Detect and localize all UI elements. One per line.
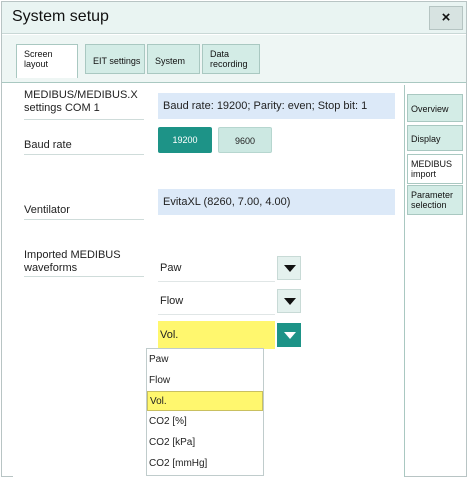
waveform-select-3[interactable]: Vol. bbox=[158, 321, 275, 349]
ventilator-value: EvitaXL (8260, 7.00, 4.00) bbox=[158, 189, 395, 215]
side-tab-display-label: Display bbox=[411, 134, 441, 144]
side-tab-parameter-line1: Parameter bbox=[411, 190, 454, 200]
tab-divider bbox=[2, 82, 466, 83]
ventilator-label: Ventilator bbox=[24, 204, 70, 216]
tab-screen-layout-line1: Screen bbox=[24, 49, 53, 59]
baud-9600-button[interactable]: 9600 bbox=[218, 127, 272, 153]
dropdown-option-flow[interactable]: Flow bbox=[147, 371, 263, 391]
tab-data-recording[interactable]: Data recording bbox=[202, 44, 260, 74]
system-setup-window: System setup × Screen layout EIT setting… bbox=[1, 1, 467, 477]
side-tab-display[interactable]: Display bbox=[407, 125, 463, 151]
divider bbox=[24, 154, 144, 155]
close-button[interactable]: × bbox=[429, 6, 463, 30]
dropdown-option-paw[interactable]: Paw bbox=[147, 350, 263, 370]
dropdown-option-co2-mmhg[interactable]: CO2 [mmHg] bbox=[147, 454, 263, 474]
tab-screen-layout[interactable]: Screen layout bbox=[16, 44, 78, 78]
tab-system-label: System bbox=[155, 56, 186, 66]
waveform-3-dropdown-button[interactable] bbox=[277, 323, 301, 347]
side-tab-medibus-line2: import bbox=[411, 169, 437, 179]
side-tab-medibus-line1: MEDIBUS bbox=[411, 159, 453, 169]
side-tab-overview[interactable]: Overview bbox=[407, 94, 463, 122]
divider bbox=[24, 219, 144, 220]
window-title: System setup bbox=[12, 8, 109, 25]
tab-data-recording-line2: recording bbox=[210, 59, 248, 69]
chevron-down-icon bbox=[284, 298, 296, 305]
tab-eit-settings-label: EIT settings bbox=[93, 56, 141, 66]
waveforms-label-line1: Imported MEDIBUS bbox=[24, 249, 121, 261]
divider bbox=[24, 276, 144, 277]
chevron-down-icon bbox=[284, 332, 296, 339]
com-settings-label-line1: MEDIBUS/MEDIBUS.X bbox=[24, 89, 138, 101]
side-tab-medibus-import[interactable]: MEDIBUS import bbox=[407, 154, 463, 184]
baud-19200-button[interactable]: 19200 bbox=[158, 127, 212, 153]
waveforms-label-line2: waveforms bbox=[24, 262, 78, 274]
waveform-dropdown-list: Paw Flow Vol. CO2 [%] CO2 [kPa] CO2 [mmH… bbox=[146, 348, 264, 476]
tab-data-recording-line1: Data bbox=[210, 49, 230, 59]
com-settings-label: MEDIBUS/MEDIBUS.X settings COM 1 bbox=[24, 89, 138, 115]
com-settings-value: Baud rate: 19200; Parity: even; Stop bit… bbox=[158, 93, 395, 119]
waveform-1-dropdown-button[interactable] bbox=[277, 256, 301, 280]
com-settings-label-line2: settings COM 1 bbox=[24, 102, 100, 114]
tab-system[interactable]: System bbox=[147, 44, 200, 74]
side-tab-parameter-selection[interactable]: Parameter selection bbox=[407, 185, 463, 215]
waveforms-label: Imported MEDIBUS waveforms bbox=[24, 249, 121, 275]
tab-eit-settings[interactable]: EIT settings bbox=[85, 44, 145, 74]
dropdown-option-vol[interactable]: Vol. bbox=[147, 391, 263, 411]
waveform-select-2[interactable]: Flow bbox=[158, 287, 275, 315]
close-icon: × bbox=[441, 9, 451, 26]
side-tab-overview-label: Overview bbox=[411, 104, 449, 114]
tab-screen-layout-line2: layout bbox=[24, 59, 49, 69]
baud-rate-label: Baud rate bbox=[24, 139, 72, 151]
dropdown-option-co2-percent[interactable]: CO2 [%] bbox=[147, 412, 263, 432]
top-tab-bar: Screen layout EIT settings System Data r… bbox=[2, 35, 466, 83]
divider bbox=[24, 119, 144, 120]
title-bar: System setup × bbox=[2, 2, 466, 34]
waveform-select-1[interactable]: Paw bbox=[158, 254, 275, 282]
chevron-down-icon bbox=[284, 265, 296, 272]
dropdown-option-co2-kpa[interactable]: CO2 [kPa] bbox=[147, 433, 263, 453]
waveform-2-dropdown-button[interactable] bbox=[277, 289, 301, 313]
side-tab-parameter-line2: selection bbox=[411, 200, 447, 210]
